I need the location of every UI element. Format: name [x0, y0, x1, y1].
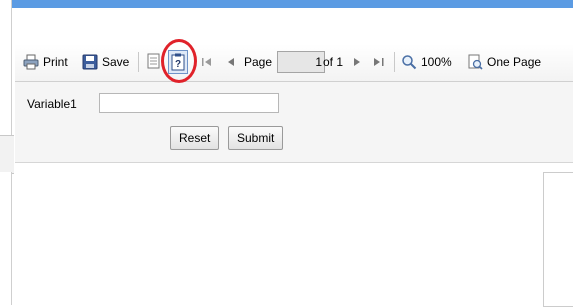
save-button[interactable]: Save: [82, 53, 129, 71]
page-label: Page: [244, 55, 273, 69]
first-page-icon[interactable]: [201, 56, 213, 68]
zoom-button[interactable]: 100%: [401, 53, 452, 71]
one-page-label: One Page: [487, 55, 542, 69]
toolbar-separator: [394, 52, 395, 72]
svg-text:?: ?: [175, 59, 181, 70]
floppy-disk-icon: [82, 54, 98, 70]
parameters-button[interactable]: ?: [168, 50, 188, 74]
variable1-label: Variable1: [27, 97, 77, 111]
previous-page-icon[interactable]: [225, 56, 237, 68]
page-count-label: of 1: [323, 55, 344, 69]
variable1-input[interactable]: [99, 93, 279, 113]
save-label: Save: [102, 55, 130, 69]
page-view-icon: [468, 54, 483, 70]
report-page: [543, 172, 573, 307]
document-icon: [147, 53, 160, 69]
top-header-bar: [0, 0, 573, 8]
one-page-button[interactable]: One Page: [467, 53, 541, 71]
last-page-icon[interactable]: [372, 56, 386, 68]
toolbar-separator: [138, 52, 139, 72]
printer-icon: [23, 54, 39, 70]
clipboard-question-icon: ?: [171, 53, 185, 71]
toc-button[interactable]: [146, 52, 166, 70]
page-number-input[interactable]: [277, 51, 325, 73]
submit-button[interactable]: Submit: [228, 126, 284, 150]
left-panel-edge: [0, 0, 12, 135]
print-button[interactable]: Print: [23, 53, 68, 71]
magnifier-icon: [402, 55, 417, 70]
next-page-icon[interactable]: [351, 56, 363, 68]
left-panel-edge-lower: [0, 172, 12, 305]
parameters-panel: Variable1 Reset Submit: [15, 82, 573, 163]
print-label: Print: [43, 55, 68, 69]
left-panel-tab: [0, 135, 14, 174]
zoom-label: 100%: [421, 55, 452, 69]
reset-button[interactable]: Reset: [170, 126, 220, 150]
report-toolbar: Print Save ? Page of 1: [15, 44, 573, 82]
